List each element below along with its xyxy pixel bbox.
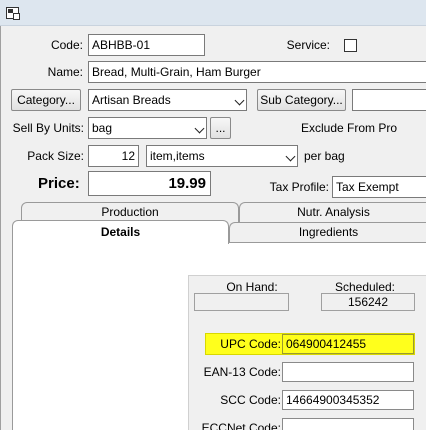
on-hand-value — [194, 293, 289, 311]
scc-code-label: SCC Code: — [220, 393, 281, 407]
category-button[interactable]: Category... — [11, 89, 81, 111]
service-checkbox[interactable] — [344, 39, 357, 52]
sell-by-units-value: bag — [92, 121, 113, 135]
inventory-codes-group: On Hand: Scheduled: 156242 UPC Code: 064… — [188, 275, 426, 430]
on-hand-label: On Hand: — [226, 280, 278, 294]
pack-size-label: Pack Size: — [27, 149, 84, 163]
sell-by-units-select[interactable]: bag — [88, 117, 207, 139]
code-input[interactable]: ABHBB-01 — [88, 34, 205, 56]
item-editor-window: Code: ABHBB-01 Service: Name: Bread, Mul… — [0, 26, 426, 430]
scheduled-value: 156242 — [321, 293, 415, 311]
tab-production[interactable]: Production — [21, 202, 239, 222]
upc-code-input[interactable]: 064900412455 — [282, 334, 414, 354]
sell-by-units-label: Sell By Units: — [12, 121, 84, 135]
tab-details[interactable]: Details — [12, 220, 229, 244]
subcategory-input[interactable] — [352, 89, 426, 111]
eccnet-code-input[interactable] — [282, 418, 414, 430]
pack-unit-select[interactable]: item,items — [146, 145, 298, 167]
exclude-label: Exclude From Pro — [301, 121, 398, 135]
ean-13-code-input[interactable] — [282, 362, 414, 382]
scheduled-label: Scheduled: — [334, 280, 396, 294]
service-label: Service: — [286, 38, 330, 52]
chevron-down-icon — [234, 95, 245, 106]
category-value: Artisan Breads — [92, 93, 171, 107]
per-bag-label: per bag — [304, 149, 345, 163]
chevron-down-icon — [194, 123, 205, 134]
tax-profile-label: Tax Profile: — [269, 180, 329, 194]
price-label: Price: — [38, 175, 80, 192]
tax-profile-select[interactable]: Tax Exempt — [332, 176, 426, 198]
tab-ingredients[interactable]: Ingredients — [229, 222, 426, 242]
eccnet-code-label: ECCNet Code: — [201, 421, 281, 430]
name-label: Name: — [47, 65, 83, 79]
subcategory-button[interactable]: Sub Category... — [257, 89, 346, 111]
category-select[interactable]: Artisan Breads — [88, 89, 247, 111]
code-label: Code: — [50, 38, 83, 52]
pack-unit-value: item,items — [150, 149, 205, 163]
details-panel: On Hand: Scheduled: 156242 UPC Code: 064… — [12, 242, 426, 430]
price-input[interactable]: 19.99 — [88, 171, 211, 196]
upc-code-label: UPC Code: — [220, 337, 281, 351]
pack-size-input[interactable]: 12 — [88, 145, 139, 167]
title-bar — [0, 0, 426, 26]
window-icon[interactable] — [6, 7, 20, 20]
units-browse-button[interactable]: ... — [210, 117, 231, 139]
ean-13-code-label: EAN-13 Code: — [203, 365, 281, 379]
name-input[interactable]: Bread, Multi-Grain, Ham Burger — [88, 61, 426, 83]
chevron-down-icon — [285, 151, 296, 162]
tab-nutr-analysis[interactable]: Nutr. Analysis — [239, 202, 426, 222]
scc-code-input[interactable]: 14664900345352 — [282, 390, 414, 410]
